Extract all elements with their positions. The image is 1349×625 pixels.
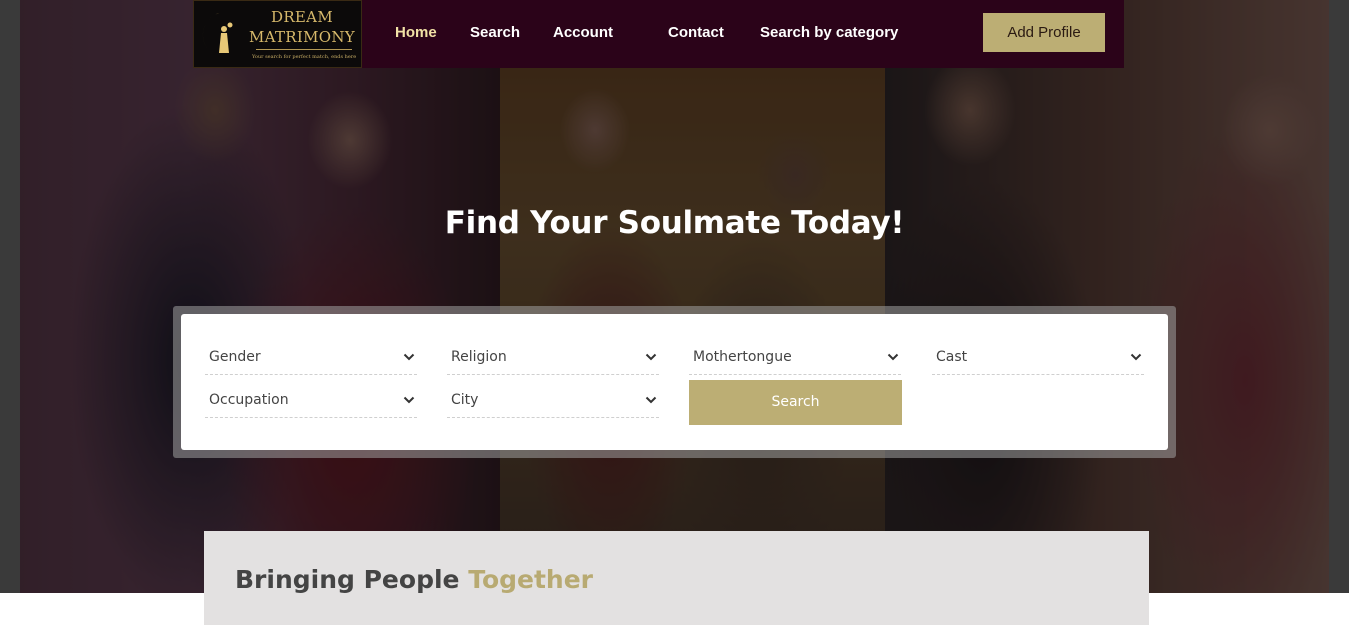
gender-select[interactable]: Gender [205, 343, 417, 375]
hero-background [20, 0, 1329, 593]
section-title: Bringing People Together [235, 565, 593, 594]
hero-section: Find Your Soulmate Today! Gender Religio… [0, 0, 1349, 593]
about-section: Bringing People Together [204, 531, 1149, 625]
chevron-down-icon [645, 353, 657, 361]
top-navbar: DREAM MATRIMONY Your search for perfect … [193, 0, 1124, 68]
add-profile-button[interactable]: Add Profile [983, 13, 1105, 52]
chevron-down-icon [887, 353, 899, 361]
chevron-down-icon [403, 353, 415, 361]
logo-tagline: Your search for perfect match, ends here… [252, 54, 356, 60]
cast-select[interactable]: Cast [932, 343, 1144, 375]
logo-divider [256, 49, 352, 50]
occupation-select-value: Occupation [209, 392, 289, 408]
search-panel: Gender Religion Mothertongue Cast Occupa… [181, 314, 1168, 450]
nav-home[interactable]: Home [395, 24, 437, 41]
city-select-value: City [451, 392, 479, 408]
logo-text: DREAM MATRIMONY [246, 7, 358, 47]
religion-select[interactable]: Religion [447, 343, 659, 375]
cast-select-value: Cast [936, 349, 968, 365]
logo-line-1: DREAM [271, 8, 333, 26]
occupation-select[interactable]: Occupation [205, 386, 417, 418]
search-panel-frame: Gender Religion Mothertongue Cast Occupa… [173, 306, 1176, 458]
section-title-accent: Together [468, 565, 594, 594]
chevron-down-icon [403, 396, 415, 404]
chevron-down-icon [645, 396, 657, 404]
mothertongue-select[interactable]: Mothertongue [689, 343, 901, 375]
nav-contact[interactable]: Contact [668, 24, 724, 41]
hero-overlay [20, 0, 1329, 593]
chevron-down-icon [1130, 353, 1142, 361]
logo[interactable]: DREAM MATRIMONY Your search for perfect … [193, 0, 362, 68]
nav-search-by-category[interactable]: Search by category [760, 24, 898, 41]
nav-search[interactable]: Search [470, 24, 520, 41]
section-title-main: Bringing People [235, 565, 460, 594]
city-select[interactable]: City [447, 386, 659, 418]
crescent-moon-couple-icon [202, 12, 233, 59]
hero-headline: Find Your Soulmate Today! [444, 205, 905, 241]
search-submit-button[interactable]: Search [689, 380, 902, 425]
nav-account[interactable]: Account [553, 24, 613, 41]
logo-line-2: MATRIMONY [249, 28, 355, 46]
religion-select-value: Religion [451, 349, 507, 365]
mothertongue-select-value: Mothertongue [693, 349, 792, 365]
gender-select-value: Gender [209, 349, 261, 365]
